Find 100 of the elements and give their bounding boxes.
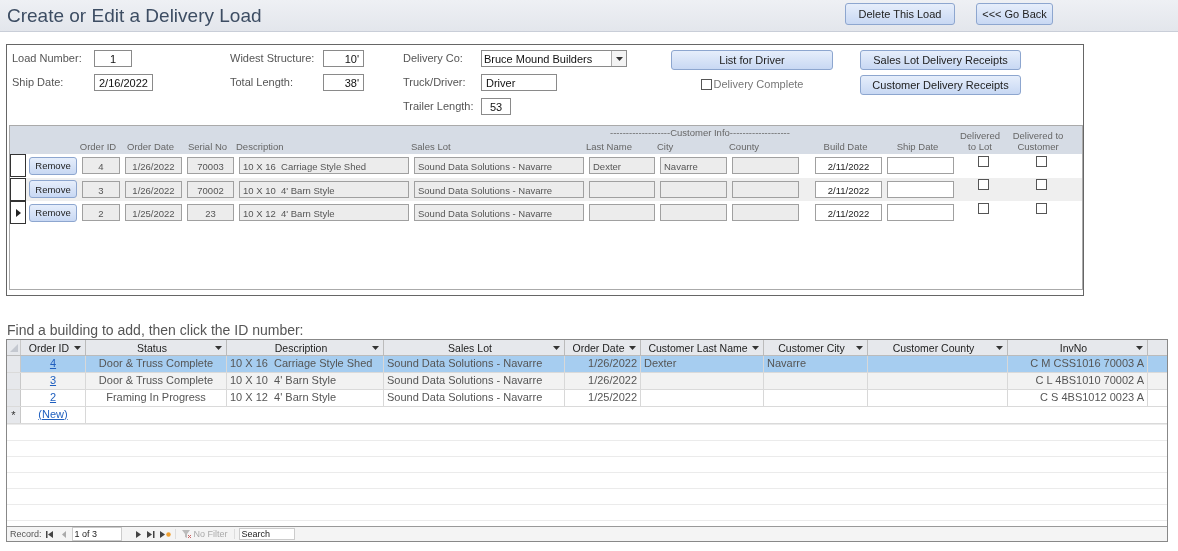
text-field[interactable]: 23 (187, 204, 234, 222)
table-row[interactable]: 4 Door & Truss Complete 10 X 16 Carriage Style Shed Sound Data Solutions - Navarre 1/26/2022 Dexter Navarre C M CSS1016 70003 A (7, 356, 1167, 373)
column-header[interactable]: InvNo (1008, 340, 1148, 355)
dropdown-field[interactable]: Bruce Mound Builders (481, 50, 627, 67)
text-field[interactable]: 3 (82, 180, 120, 198)
record-selector[interactable] (10, 154, 26, 178)
checkbox[interactable] (977, 202, 989, 214)
delete-load-button[interactable]: Delete This Load (845, 2, 955, 25)
text-field[interactable]: 1/25/2022 (125, 204, 182, 222)
text-field[interactable]: 1/26/2022 (125, 157, 182, 175)
text-field[interactable]: 70003 (187, 157, 234, 175)
text-field[interactable]: 1 (94, 50, 132, 67)
remove-button[interactable]: Remove (29, 156, 77, 175)
sort-arrow-icon[interactable] (856, 346, 863, 350)
record-selector[interactable] (10, 177, 26, 201)
text-field[interactable]: 4 (82, 157, 120, 175)
checkbox[interactable] (1035, 155, 1047, 167)
text-field[interactable]: Navarre (660, 157, 727, 175)
dropdown-arrow-icon[interactable] (615, 56, 623, 61)
table-row[interactable]: 3 Door & Truss Complete 10 X 10 4' Barn Style Sound Data Solutions - Navarre 1/26/2022 C L 4BS1010 70002 A (7, 373, 1167, 390)
text-field[interactable]: 10 X 12 4' Barn Style (239, 204, 409, 222)
text-field[interactable]: 2/16/2022 (94, 74, 153, 91)
order-id-link[interactable]: 4 (49, 357, 57, 369)
text-field[interactable] (589, 204, 655, 222)
text-field[interactable] (732, 180, 799, 198)
text-field[interactable]: 2/11/2022 (815, 157, 882, 175)
text-field[interactable] (660, 204, 727, 222)
column-header[interactable]: Status (86, 340, 227, 355)
record-position-field[interactable]: 1 of 3 (71, 527, 122, 541)
table-row[interactable]: 2 Framing In Progress 10 X 12 4' Barn Style Sound Data Solutions - Navarre 1/25/2022 C S 4BS1012 0023 A (7, 390, 1167, 407)
sort-arrow-icon[interactable] (752, 346, 759, 350)
sort-arrow-icon[interactable] (629, 346, 636, 350)
record-label: Record: (10, 529, 42, 539)
go-back-button[interactable]: <<< Go Back (976, 2, 1053, 25)
text-field[interactable]: 53 (481, 98, 511, 115)
receipts-button[interactable]: Sales Lot Delivery Receipts (860, 50, 1021, 70)
table-cell: 1/25/2022 (565, 390, 641, 406)
checkbox[interactable] (700, 78, 712, 90)
sort-arrow-icon[interactable] (996, 346, 1003, 350)
order-id-link[interactable]: 3 (49, 374, 57, 386)
text-field[interactable]: Dexter (589, 157, 655, 175)
text-field[interactable]: Sound Data Solutions - Navarre (414, 180, 584, 198)
column-header: Order ID (79, 141, 117, 152)
last-record-icon[interactable] (146, 530, 156, 538)
sort-arrow-icon[interactable] (74, 346, 81, 350)
table-cell: C S 4BS1012 0023 A (1008, 390, 1148, 406)
text-field[interactable]: 2 (82, 204, 120, 222)
list-for-driver-button[interactable]: List for Driver (671, 50, 833, 70)
table-cell: Dexter (641, 356, 764, 372)
instruction-text: Find a building to add, then click the ID number: (7, 322, 305, 339)
checkbox[interactable] (977, 155, 989, 167)
text-field[interactable] (887, 180, 954, 198)
next-record-icon[interactable] (133, 530, 143, 538)
text-field[interactable]: 10 X 16 Carriage Style Shed (239, 157, 409, 175)
order-id-link[interactable]: 2 (49, 391, 57, 403)
sort-arrow-icon[interactable] (553, 346, 560, 350)
text-field[interactable] (887, 204, 954, 222)
text-field[interactable]: 2/11/2022 (815, 180, 882, 198)
text-field[interactable]: 1/26/2022 (125, 180, 182, 198)
sort-arrow-icon[interactable] (215, 346, 222, 350)
column-header[interactable]: Sales Lot (384, 340, 565, 355)
remove-button[interactable]: Remove (29, 203, 77, 222)
text-field[interactable]: Sound Data Solutions - Navarre (414, 204, 584, 222)
search-field[interactable]: Search (238, 528, 295, 540)
column-header[interactable]: Customer County (868, 340, 1008, 355)
field-label: Total Length: (230, 75, 294, 90)
checkbox[interactable] (1035, 202, 1047, 214)
sort-arrow-icon[interactable] (372, 346, 379, 350)
sort-arrow-icon[interactable] (1136, 346, 1143, 350)
column-header[interactable]: Order Date (565, 340, 641, 355)
text-field[interactable]: 38' (323, 74, 364, 91)
text-field[interactable]: Driver (481, 74, 557, 91)
text-field[interactable]: 10 X 10 4' Barn Style (239, 180, 409, 198)
column-header[interactable]: Order ID (21, 340, 86, 355)
column-header[interactable]: Description (227, 340, 384, 355)
text-field[interactable] (589, 180, 655, 198)
new-record-icon[interactable] (159, 530, 171, 538)
checkbox[interactable] (977, 179, 989, 191)
table-cell: 10 X 12 4' Barn Style (227, 390, 384, 406)
text-field[interactable] (887, 157, 954, 175)
text-field[interactable] (732, 204, 799, 222)
table-cell: Sound Data Solutions - Navarre (384, 373, 565, 389)
column-header[interactable]: Customer Last Name (641, 340, 764, 355)
text-field[interactable]: Sound Data Solutions - Navarre (414, 157, 584, 175)
checkbox[interactable] (1035, 179, 1047, 191)
column-header: Ship Date (895, 141, 940, 152)
text-field[interactable]: 2/11/2022 (815, 204, 882, 222)
text-field[interactable]: 10' (323, 50, 364, 67)
receipts-button[interactable]: Customer Delivery Receipts (860, 75, 1021, 95)
column-header: Delivered to Customer (1011, 130, 1065, 152)
text-field[interactable] (660, 180, 727, 198)
record-selector[interactable] (10, 201, 26, 225)
field-label: Load Number: (12, 51, 83, 66)
first-record-icon[interactable] (45, 530, 55, 538)
text-field[interactable] (732, 157, 799, 175)
remove-button[interactable]: Remove (29, 180, 77, 199)
new-record-link[interactable]: (New) (38, 408, 68, 420)
filter-icon (181, 529, 192, 539)
text-field[interactable]: 70002 (187, 180, 234, 198)
column-header[interactable]: Customer City (764, 340, 868, 355)
